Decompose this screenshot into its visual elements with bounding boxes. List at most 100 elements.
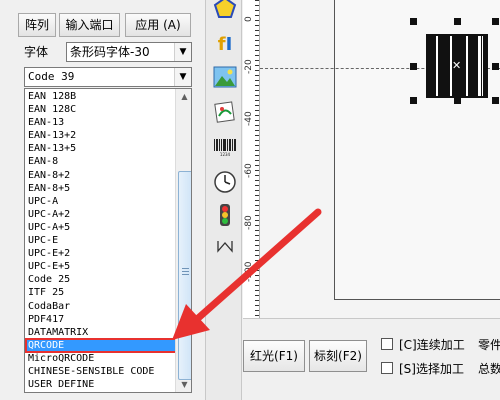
- ruler-tick: [255, 190, 259, 191]
- drawing-toolbar: fI 1234: [205, 0, 242, 400]
- ruler-tick: [255, 285, 259, 286]
- drawing-canvas[interactable]: ✕: [260, 0, 500, 318]
- resize-handle[interactable]: [410, 18, 417, 25]
- pentagon-icon[interactable]: [212, 0, 238, 20]
- ruler-tick: [255, 260, 259, 261]
- ruler-tick: [255, 280, 259, 281]
- list-item[interactable]: EAN-13+2: [26, 129, 176, 142]
- ruler-tick: [255, 270, 259, 271]
- list-item[interactable]: EAN-8+5: [26, 182, 176, 195]
- ruler-tick: [255, 100, 259, 101]
- traffic-light-icon[interactable]: [212, 203, 238, 229]
- list-item[interactable]: DATAMATRIX: [26, 326, 176, 339]
- font-select[interactable]: 条形码字体-30 ▼: [66, 42, 192, 62]
- ruler-tick: [255, 255, 259, 256]
- list-scrollbar[interactable]: ▲ ▼: [175, 89, 191, 392]
- text-tool-icon[interactable]: fI: [212, 32, 238, 58]
- list-item[interactable]: EAN-13: [26, 116, 176, 129]
- image-icon[interactable]: [212, 66, 238, 92]
- select-process-label: [S]选择加工: [399, 362, 464, 376]
- resize-handle[interactable]: [454, 18, 461, 25]
- ruler-tick: [255, 0, 259, 1]
- list-item[interactable]: CHINESE-SENSIBLE CODE: [26, 365, 176, 378]
- ruler-tick: [255, 75, 259, 76]
- scroll-up-icon[interactable]: ▲: [177, 89, 191, 104]
- ruler-tick: [255, 305, 259, 306]
- vector-import-icon[interactable]: [212, 100, 238, 126]
- ruler-tick: [255, 70, 259, 71]
- array-button[interactable]: 阵列: [18, 13, 56, 37]
- list-item[interactable]: MicroQRCODE: [26, 352, 176, 365]
- ruler-tick: [255, 230, 259, 231]
- barcode-object[interactable]: ✕: [426, 34, 488, 98]
- zigzag-icon[interactable]: [212, 235, 238, 261]
- ruler-tick: [255, 155, 259, 156]
- continuous-label: [C]连续加工: [399, 338, 465, 352]
- ruler-tick: [255, 25, 259, 26]
- font-label: 字体: [24, 45, 49, 59]
- center-cross-icon: ✕: [452, 59, 462, 72]
- list-item[interactable]: EAN-8+2: [26, 169, 176, 182]
- resize-handle[interactable]: [492, 63, 499, 70]
- list-item[interactable]: EAN 128C: [26, 103, 176, 116]
- ruler-tick: [255, 60, 259, 61]
- part-count-label: 零件: [478, 338, 500, 352]
- resize-handle[interactable]: [492, 97, 499, 104]
- list-item[interactable]: UPC-E: [26, 234, 176, 247]
- ruler-tick: [255, 245, 259, 246]
- list-item[interactable]: CodaBar: [26, 300, 176, 313]
- barcode-type-list[interactable]: EAN 128B EAN 128C EAN-13 EAN-13+2 EAN-13+5 EA…: [24, 88, 192, 393]
- ruler-tick: [255, 110, 259, 111]
- red-light-button[interactable]: 红光(F1): [243, 340, 305, 372]
- svg-text:1234: 1234: [220, 152, 231, 157]
- ruler-tick: [255, 310, 259, 311]
- input-port-button[interactable]: 输入端口: [59, 13, 120, 37]
- ruler-tick: [255, 50, 259, 51]
- resize-handle[interactable]: [410, 97, 417, 104]
- scroll-thumb[interactable]: [178, 171, 191, 380]
- ruler-tick: [255, 220, 259, 221]
- resize-handle[interactable]: [410, 63, 417, 70]
- ruler-tick: [255, 275, 259, 276]
- ruler-tick: [255, 20, 259, 21]
- continuous-checkbox[interactable]: [381, 338, 393, 350]
- barcode-type-select[interactable]: Code 39 ▼: [24, 67, 192, 87]
- clock-icon[interactable]: [212, 170, 238, 196]
- barcode-icon[interactable]: 1234: [212, 137, 238, 163]
- list-item[interactable]: USER DEFINE: [26, 378, 176, 391]
- list-item[interactable]: ITF 25: [26, 286, 176, 299]
- apply-button[interactable]: 应用 (A): [125, 13, 191, 37]
- list-item[interactable]: Code 25: [26, 273, 176, 286]
- ruler-tick: [255, 265, 259, 266]
- ruler-tick: [255, 295, 259, 296]
- vertical-ruler: 0 -20 -40 -60 -80 -100: [243, 0, 260, 318]
- ruler-label: -60: [244, 163, 254, 178]
- list-item[interactable]: UPC-E+5: [26, 260, 176, 273]
- ruler-label: 0: [244, 16, 254, 22]
- list-item[interactable]: EAN 128B: [26, 90, 176, 103]
- list-item[interactable]: UPC-E+2: [26, 247, 176, 260]
- list-item[interactable]: UPC-A+2: [26, 208, 176, 221]
- chevron-down-icon[interactable]: ▼: [174, 43, 191, 61]
- ruler-tick: [255, 200, 259, 201]
- mark-button[interactable]: 标刻(F2): [309, 340, 367, 372]
- ruler-tick: [255, 5, 259, 6]
- resize-handle[interactable]: [454, 97, 461, 104]
- list-item[interactable]: EAN-8: [26, 155, 176, 168]
- list-item[interactable]: EAN-13+5: [26, 142, 176, 155]
- list-item[interactable]: PDF417: [26, 313, 176, 326]
- ruler-tick: [255, 145, 259, 146]
- list-item[interactable]: UPC-A: [26, 195, 176, 208]
- ruler-tick: [255, 170, 259, 171]
- ruler-tick: [255, 120, 259, 121]
- list-item[interactable]: UPC-A+5: [26, 221, 176, 234]
- list-item[interactable]: QRCODE: [25, 337, 177, 353]
- scroll-down-icon[interactable]: ▼: [177, 377, 191, 392]
- ruler-tick: [255, 65, 259, 66]
- resize-handle[interactable]: [492, 18, 499, 25]
- ruler-tick: [255, 225, 259, 226]
- ruler-tick: [255, 140, 259, 141]
- ruler-tick: [255, 10, 259, 11]
- select-process-checkbox[interactable]: [381, 362, 393, 374]
- chevron-down-icon[interactable]: ▼: [174, 68, 191, 86]
